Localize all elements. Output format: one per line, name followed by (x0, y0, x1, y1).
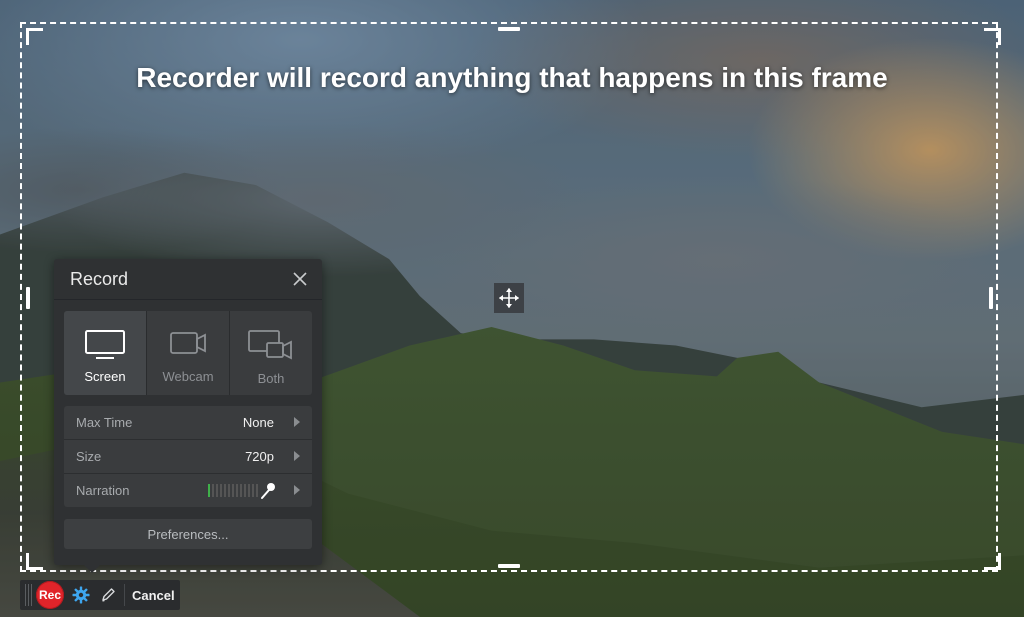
webcam-icon (170, 332, 206, 354)
narration-audio-level-meter (208, 484, 258, 497)
record-mode-selector: Screen Webcam Both (64, 311, 312, 395)
chevron-right-icon (294, 485, 300, 495)
mode-webcam-button[interactable]: Webcam (147, 311, 230, 395)
close-icon (293, 272, 307, 286)
draw-button[interactable] (98, 585, 118, 605)
resize-corner-bottom-left[interactable] (26, 553, 43, 570)
settings-button[interactable] (71, 585, 91, 605)
panel-divider (54, 299, 322, 300)
resize-handle-top[interactable] (498, 27, 520, 31)
close-button[interactable] (292, 271, 308, 287)
preferences-button[interactable]: Preferences... (64, 519, 312, 549)
mode-both-label: Both (257, 371, 285, 386)
record-settings-list: Max Time None Size 720p Narration (64, 406, 312, 507)
microphone-icon (261, 483, 275, 499)
setting-label: Narration (76, 483, 130, 498)
move-frame-handle[interactable] (494, 283, 524, 313)
setting-size[interactable]: Size 720p (64, 440, 312, 474)
cancel-button[interactable]: Cancel (132, 588, 175, 603)
setting-value: 720p (245, 449, 274, 464)
setting-label: Max Time (76, 415, 133, 430)
frame-instruction-text: Recorder will record anything that happe… (136, 62, 888, 93)
mode-webcam-label: Webcam (162, 369, 214, 384)
chevron-right-icon (294, 451, 300, 461)
resize-corner-bottom-right[interactable] (984, 553, 1001, 570)
screen-and-webcam-icon (248, 330, 292, 360)
resize-handle-bottom[interactable] (498, 564, 520, 568)
setting-max-time[interactable]: Max Time None (64, 406, 312, 440)
pencil-icon (102, 588, 115, 602)
gear-icon (72, 586, 90, 604)
mode-both-button[interactable]: Both (230, 311, 312, 395)
record-button[interactable]: Rec (36, 581, 64, 609)
setting-value: None (242, 415, 274, 430)
resize-corner-top-left[interactable] (26, 28, 43, 45)
resize-corner-top-right[interactable] (984, 28, 1001, 45)
resize-handle-left[interactable] (26, 287, 30, 309)
record-panel: Record Screen Webcam Both Max Time None … (54, 259, 322, 565)
toolbar-separator (124, 584, 125, 606)
monitor-icon (85, 330, 125, 359)
panel-pointer-caret (84, 565, 100, 573)
move-arrows-icon (499, 288, 519, 308)
setting-label: Size (76, 449, 102, 464)
resize-handle-right[interactable] (989, 287, 993, 309)
recorder-toolbar: Rec Cancel (20, 580, 180, 610)
toolbar-drag-grip[interactable] (22, 582, 34, 608)
chevron-right-icon (294, 417, 300, 427)
mode-screen-label: Screen (84, 369, 126, 384)
setting-narration[interactable]: Narration (64, 474, 312, 507)
mode-screen-button[interactable]: Screen (64, 311, 147, 395)
panel-title: Record (70, 269, 129, 289)
record-panel-header: Record (54, 259, 322, 299)
